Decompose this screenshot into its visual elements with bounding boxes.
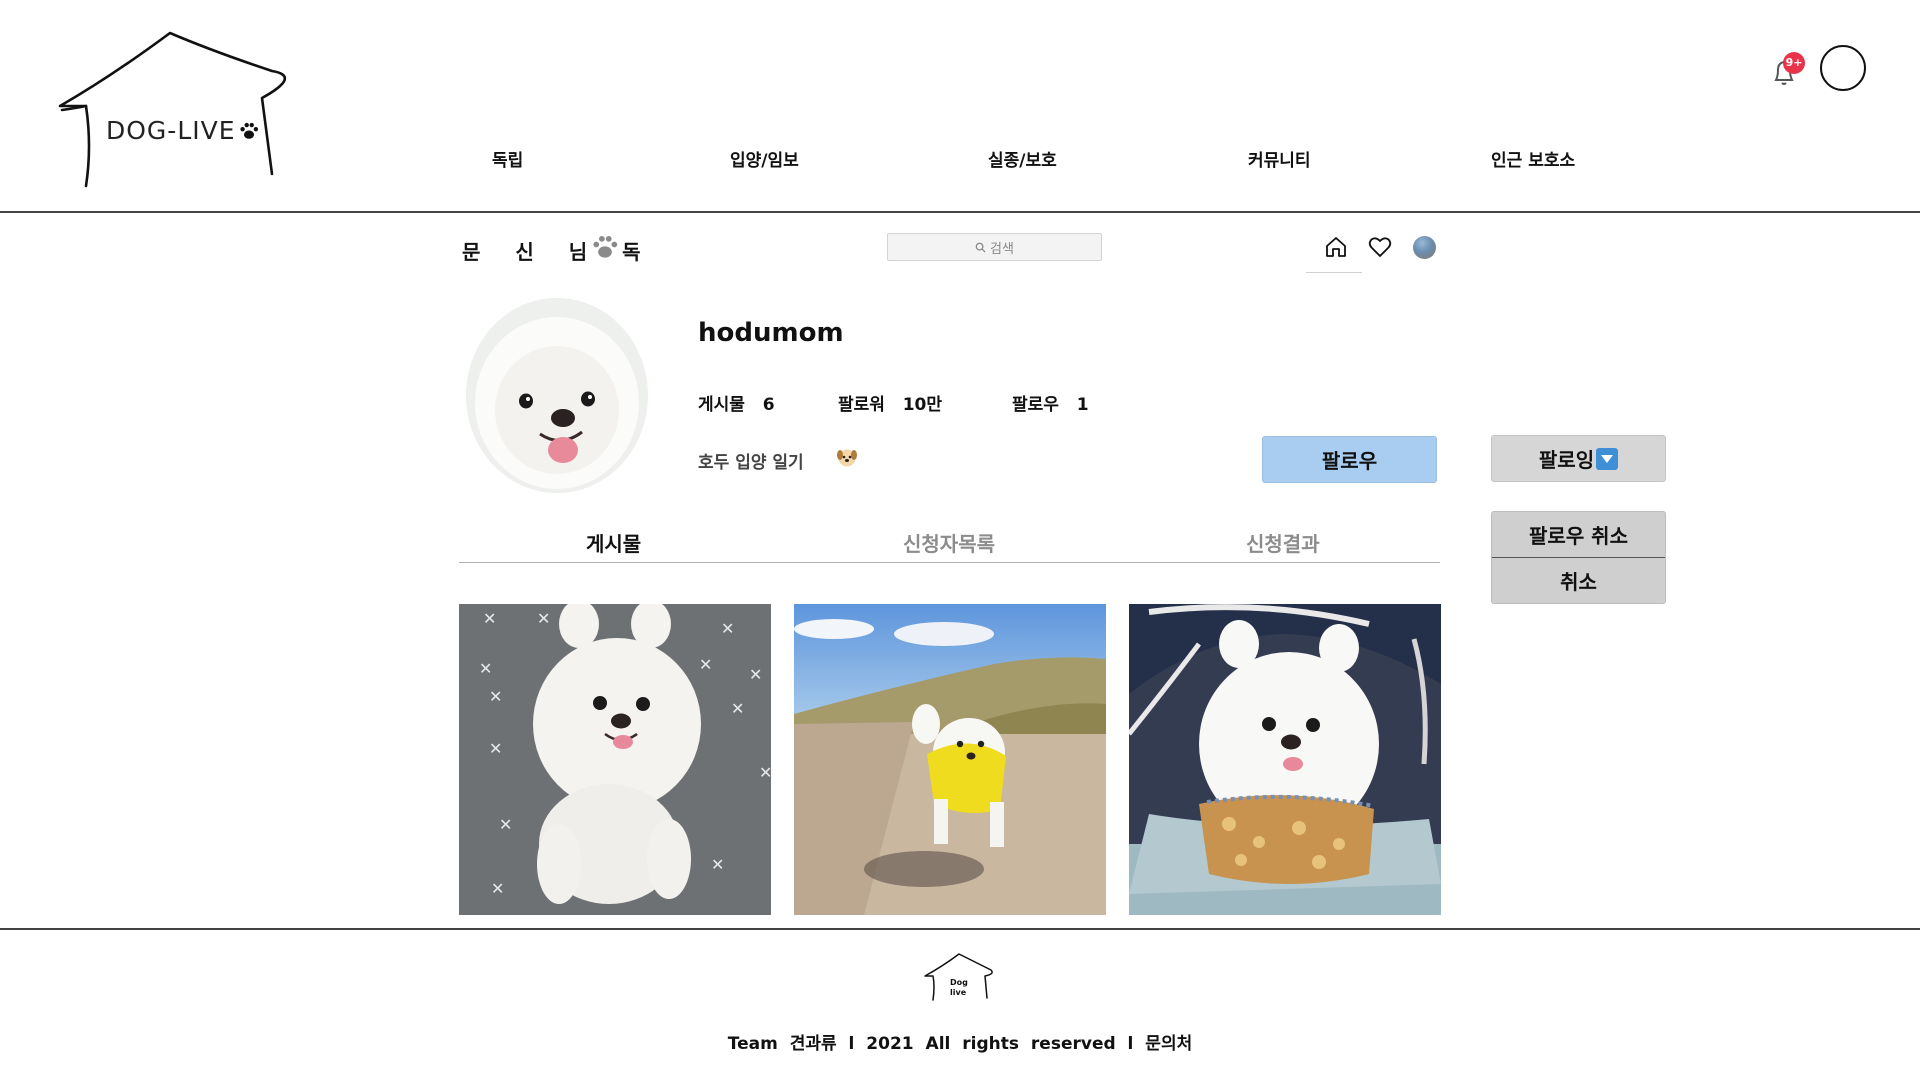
nav-independence[interactable]: 독립 [492,146,523,171]
svg-text:✕: ✕ [721,619,734,638]
stat-following[interactable]: 팔로우 1 [1012,390,1089,415]
notification-badge: 9+ [1783,52,1805,74]
user-avatar[interactable] [1820,45,1866,91]
svg-text:✕: ✕ [731,699,744,718]
post-thumbnail[interactable] [794,604,1106,915]
svg-text:✕: ✕ [711,855,724,874]
logo-text: DOG-LIVE [106,116,236,145]
chevron-down-icon [1596,447,1619,470]
main-nav: 독립 입양/임보 실종/보호 커뮤니티 인근 보호소 [0,146,1920,176]
stat-following-label: 팔로우 [1012,395,1059,415]
tab-applicants[interactable]: 신청자목록 [903,528,995,557]
svg-text:✕: ✕ [489,687,502,706]
footer-credits: Team 견과류 l 2021 All rights reserved l 문의… [727,1034,1193,1054]
stat-followers[interactable]: 팔로워 10만 [838,390,942,415]
home-active-underline [1306,272,1362,273]
svg-text:✕: ✕ [491,879,504,898]
follow-button[interactable]: 팔로우 [1262,436,1437,483]
profile-photo [466,298,648,493]
following-label: 팔로잉 [1538,448,1595,472]
svg-text:✕: ✕ [749,665,762,684]
nav-missing[interactable]: 실종/보호 [988,146,1057,171]
svg-text:✕: ✕ [489,739,502,758]
svg-text:✕: ✕ [483,609,496,628]
following-dropdown-button[interactable]: 팔로잉 [1491,435,1666,482]
nav-community[interactable]: 커뮤니티 [1248,146,1311,171]
cancel-menu-item[interactable]: 취소 [1492,558,1665,603]
nav-shelter[interactable]: 인근 보호소 [1491,146,1575,171]
paw-icon [240,122,259,139]
stat-posts-value: 6 [762,395,775,415]
stat-followers-label: 팔로워 [838,395,885,415]
stat-followers-value: 10만 [902,395,942,415]
post-thumbnail[interactable] [1129,604,1441,915]
following-menu: 팔로우 취소 취소 [1491,511,1666,604]
footer-logo: Dog live [924,953,993,1001]
profile-mini-avatar[interactable] [1413,236,1436,259]
svg-text:✕: ✕ [537,609,550,628]
footer-logo-line1: Dog [950,978,968,987]
svg-text:✕: ✕ [759,763,771,782]
search-placeholder: 검색 [990,241,1014,257]
svg-text:✕: ✕ [699,655,712,674]
profile-bio: 호두 입양 일기 [698,453,804,473]
dog-face-icon [837,449,857,467]
svg-text:✕: ✕ [499,815,512,834]
profile-username: hodumom [698,318,844,348]
footer-divider [0,928,1920,930]
home-icon[interactable] [1324,235,1348,259]
header-divider [0,211,1920,213]
tab-results[interactable]: 신청결과 [1246,528,1320,557]
heart-icon[interactable] [1368,236,1392,258]
unfollow-menu-item[interactable]: 팔로우 취소 [1492,512,1665,557]
stat-posts-label: 게시물 [698,395,745,415]
search-icon [975,242,986,253]
nav-adoption[interactable]: 입양/임보 [730,146,799,171]
post-thumbnail[interactable]: ✕✕✕✕ ✕✕✕✕ ✕✕✕✕ ✕✕ [459,604,771,915]
search-input[interactable]: 검색 [887,233,1102,261]
tab-divider [459,562,1440,563]
footer-logo-line2: live [950,988,967,997]
stat-posts: 게시물 6 [698,390,775,415]
tab-posts[interactable]: 게시물 [586,528,641,557]
svg-text:✕: ✕ [479,659,492,678]
stat-following-value: 1 [1076,395,1089,415]
paw-icon [593,236,618,258]
community-brand[interactable]: 문 신 님 독 [462,236,655,265]
